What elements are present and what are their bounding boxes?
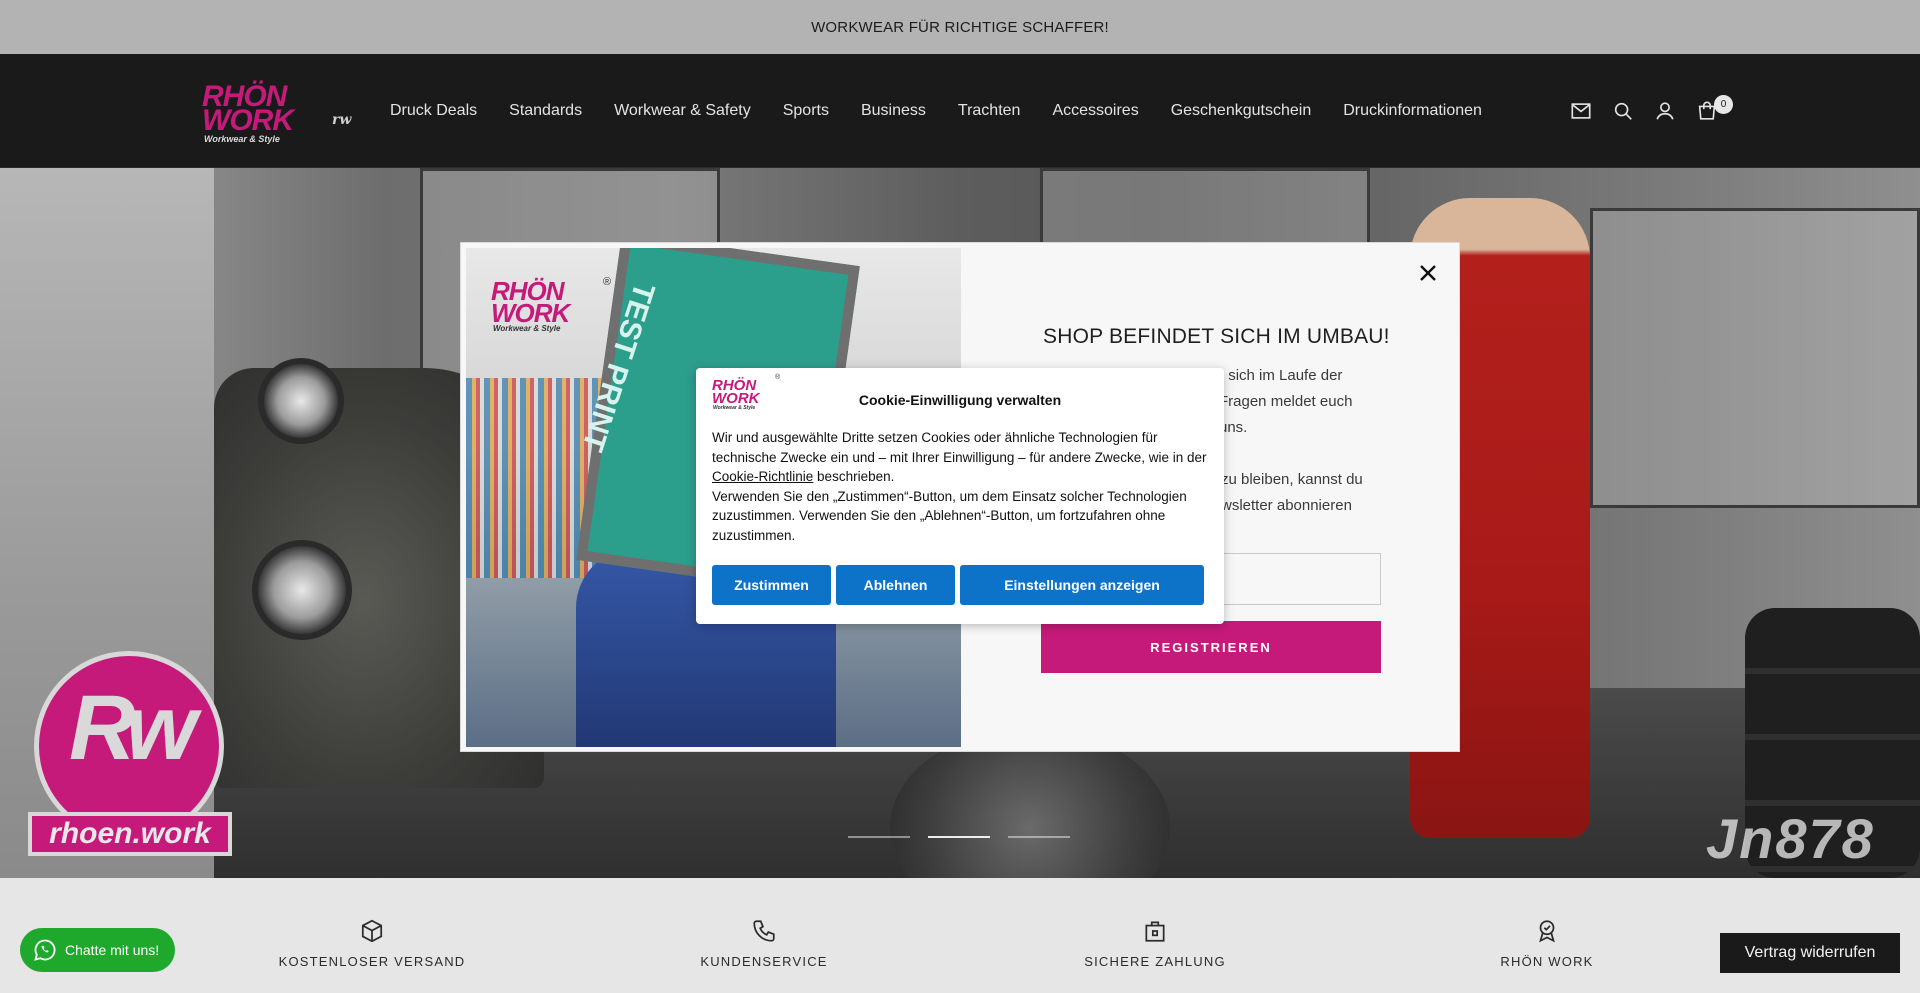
cookie-text-part1: Wir und ausgewählte Dritte setzen Cookie…: [712, 430, 1207, 465]
feature-label: KOSTENLOSER VERSAND: [278, 954, 466, 969]
cookie-consent-banner: RHÖN WORK Workwear & Style ® Cookie-Einw…: [696, 368, 1224, 624]
cookie-text: Wir und ausgewählte Dritte setzen Cookie…: [712, 428, 1212, 545]
nav-item-accessoires[interactable]: Accessoires: [1052, 102, 1138, 120]
nav-item-trachten[interactable]: Trachten: [958, 102, 1021, 120]
box-icon: [361, 919, 383, 943]
nav-item-business[interactable]: Business: [861, 102, 926, 120]
register-button[interactable]: REGISTRIEREN: [1041, 621, 1381, 673]
cookie-policy-link[interactable]: Cookie-Richtlinie: [712, 469, 813, 484]
modal-logo-registered: ®: [603, 276, 612, 288]
hero-watermark: Jn878: [1706, 807, 1875, 870]
whatsapp-icon: [34, 939, 56, 961]
cart-count-badge: 0: [1714, 95, 1733, 114]
badge-label: rhoen.work: [28, 812, 232, 856]
award-icon: [1539, 920, 1555, 943]
phone-icon: [753, 920, 775, 942]
main-nav: Druck Deals Standards Workwear & Safety …: [390, 54, 1514, 168]
feature-label: RHÖN WORK: [1500, 954, 1594, 969]
cookie-text-para2: Verwenden Sie den „Zustimmen“-Button, um…: [712, 488, 1187, 543]
feature-label: KUNDENSERVICE: [700, 954, 828, 969]
feature-customer-service: KUNDENSERVICE: [634, 918, 894, 969]
modal-title: SHOP BEFINDET SICH IM UMBAU!: [1043, 325, 1390, 348]
nav-item-druckinformationen[interactable]: Druckinformationen: [1343, 102, 1482, 120]
feature-rhoen-work: RHÖN WORK: [1417, 918, 1677, 969]
close-icon[interactable]: [1416, 261, 1440, 285]
logo-signature-mark: rw: [332, 112, 352, 128]
feature-shipping: KOSTENLOSER VERSAND: [242, 918, 502, 969]
nav-item-druck-deals[interactable]: Druck Deals: [390, 102, 477, 120]
modal-logo: RHÖN WORK Workwear & Style ®: [491, 276, 612, 338]
accept-button[interactable]: Zustimmen: [712, 565, 831, 605]
logo-tagline: Workwear & Style: [204, 134, 280, 144]
cookie-logo-registered: ®: [775, 374, 781, 381]
feature-label: SICHERE ZAHLUNG: [1084, 954, 1226, 969]
badge-mark: Rw: [69, 677, 197, 779]
announcement-text: WORKWEAR FÜR RICHTIGE SCHAFFER!: [811, 18, 1109, 36]
whatsapp-chat-button[interactable]: Chatte mit uns!: [20, 928, 175, 972]
site-logo[interactable]: RHÖN WORK Workwear & Style rw: [202, 82, 352, 145]
show-settings-button[interactable]: Einstellungen anzeigen: [960, 565, 1204, 605]
slider-dot-2[interactable]: [928, 836, 990, 838]
slider-dot-1[interactable]: [848, 836, 910, 838]
nav-item-standards[interactable]: Standards: [509, 102, 582, 120]
lock-bag-icon: [1145, 921, 1165, 942]
search-icon[interactable]: [1612, 100, 1634, 122]
features-bar: KOSTENLOSER VERSAND KUNDENSERVICE SICHER…: [0, 878, 1920, 993]
nav-item-workwear-safety[interactable]: Workwear & Safety: [614, 102, 751, 120]
nav-item-geschenkgutschein[interactable]: Geschenkgutschein: [1171, 102, 1312, 120]
reject-button[interactable]: Ablehnen: [836, 565, 955, 605]
hero-headlamp-upper: [258, 358, 344, 444]
site-header: RHÖN WORK Workwear & Style rw Druck Deal…: [0, 54, 1920, 168]
header-icons: [1570, 99, 1718, 123]
modal-logo-line2: WORK: [491, 298, 570, 328]
slider-indicators: [848, 836, 1070, 838]
nav-item-sports[interactable]: Sports: [783, 102, 829, 120]
hero-window-right: [1590, 208, 1920, 508]
chat-button-label: Chatte mit uns!: [65, 942, 160, 958]
feature-secure-payment: SICHERE ZAHLUNG: [1025, 918, 1285, 969]
mail-icon[interactable]: [1570, 100, 1592, 122]
revoke-contract-button[interactable]: Vertrag widerrufen: [1720, 933, 1900, 973]
modal-logo-tagline: Workwear & Style: [493, 324, 561, 333]
cookie-title: Cookie-Einwilligung verwalten: [858, 392, 1062, 408]
slider-dot-3[interactable]: [1008, 836, 1070, 838]
hero-headlamp-lower: [252, 540, 352, 640]
logo-line2: WORK: [202, 104, 294, 137]
cookie-text-part2: beschrieben.: [813, 469, 895, 484]
announcement-bar: WORKWEAR FÜR RICHTIGE SCHAFFER!: [0, 0, 1920, 54]
account-icon[interactable]: [1654, 100, 1676, 122]
